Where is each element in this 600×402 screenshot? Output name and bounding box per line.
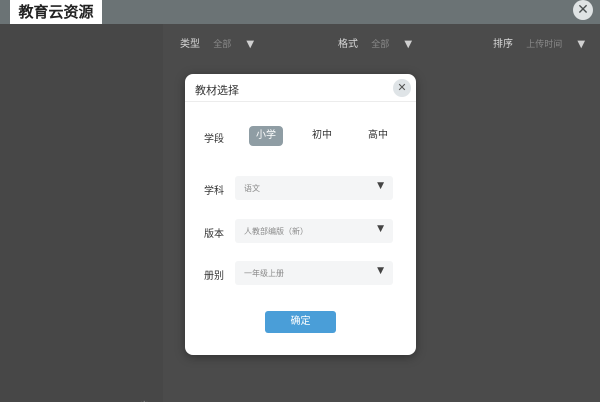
chevron-down-icon: ▼: [404, 39, 413, 50]
edition-value: 人教部编版（新）: [244, 227, 308, 236]
edition-select[interactable]: 人教部编版（新） ▼: [235, 219, 393, 243]
subject-row: 学科 语文 ▼: [185, 176, 416, 200]
edition-label: 版本: [204, 229, 224, 240]
stage-option-middle[interactable]: 初中: [305, 126, 339, 146]
filter-sort[interactable]: 排序 上传时间 ▼: [493, 36, 585, 54]
subject-select[interactable]: 语文 ▼: [235, 176, 393, 200]
stage-row: 学段 小学 初中 高中: [185, 126, 416, 146]
filter-type-value: 全部: [213, 40, 232, 50]
chevron-down-icon: ▼: [246, 39, 255, 50]
close-icon: ✕: [577, 2, 589, 18]
filter-format-value: 全部: [371, 40, 390, 50]
volume-row: 册别 一年级上册 ▼: [185, 261, 416, 285]
dialog-header: 教材选择 ✕: [185, 74, 416, 102]
close-icon: ✕: [397, 81, 407, 94]
confirm-button[interactable]: 确定: [265, 311, 336, 333]
dialog-title: 教材选择: [195, 84, 239, 97]
app-title: 教育云资源: [10, 0, 102, 24]
sidebar: ⚙: [0, 24, 163, 402]
volume-label: 册别: [204, 271, 224, 282]
window-close-button[interactable]: ✕: [573, 0, 593, 20]
textbook-dialog: 教材选择 ✕ 学段 小学 初中 高中 学科 语文 ▼ 版本 人教部编版（新） ▼…: [185, 74, 416, 355]
stage-option-primary[interactable]: 小学: [249, 126, 283, 146]
filter-type[interactable]: 类型 全部 ▼: [180, 36, 254, 54]
filter-sort-value: 上传时间: [526, 40, 563, 50]
stage-option-high[interactable]: 高中: [361, 126, 395, 146]
subject-label: 学科: [204, 186, 224, 197]
chevron-down-icon: ▼: [377, 181, 384, 191]
volume-value: 一年级上册: [244, 269, 284, 278]
filter-sort-label: 排序: [493, 39, 513, 50]
dialog-close-button[interactable]: ✕: [393, 79, 411, 97]
chevron-down-icon: ▼: [377, 224, 384, 234]
stage-label: 学段: [204, 134, 224, 145]
subject-value: 语文: [244, 184, 260, 193]
filter-type-label: 类型: [180, 39, 200, 50]
chevron-down-icon: ▼: [577, 39, 586, 50]
volume-select[interactable]: 一年级上册 ▼: [235, 261, 393, 285]
chevron-down-icon: ▼: [377, 266, 384, 276]
title-bar: 教育云资源 ✕: [0, 0, 600, 24]
filter-format-label: 格式: [338, 39, 358, 50]
filter-format[interactable]: 格式 全部 ▼: [338, 36, 412, 54]
edition-row: 版本 人教部编版（新） ▼: [185, 219, 416, 243]
